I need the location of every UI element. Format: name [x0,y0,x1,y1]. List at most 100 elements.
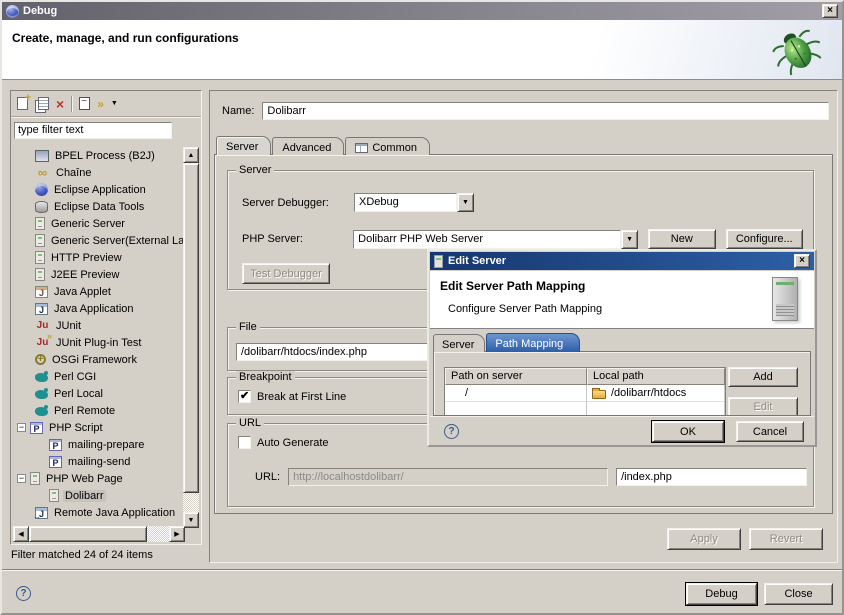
ok-button[interactable]: OK [652,421,724,442]
tree-item[interactable]: OSGi Framework [13,351,185,368]
help-icon[interactable] [444,424,459,439]
url-path-input[interactable]: /index.php [616,468,807,486]
tree-item[interactable]: Java Application [13,300,185,317]
php-server-label: PHP Server: [242,233,353,245]
dialog-tab-path-mapping[interactable]: Path Mapping [486,333,580,352]
tree-item[interactable]: Eclipse Data Tools [13,198,185,215]
collapse-node-icon[interactable] [17,423,26,432]
tree-item[interactable]: HTTP Preview [13,249,185,266]
tab-common[interactable]: Common [345,137,430,155]
collapse-node-icon[interactable] [17,474,26,483]
configurations-sidebar: type filter text BPEL Process (B2J) Chaî… [10,90,202,545]
edit-mapping-button[interactable]: Edit [728,397,798,416]
tab-advanced[interactable]: Advanced [272,137,344,155]
tree-item[interactable]: Perl Remote [13,402,185,419]
new-configuration-icon[interactable] [17,97,28,110]
base-url-input[interactable]: http://localhostdolibarr/ [288,468,608,486]
break-first-line-checkbox[interactable] [238,390,251,403]
filter-input[interactable]: type filter text [14,122,172,139]
dialog-tab-server[interactable]: Server [433,334,485,352]
tree-horizontal-scrollbar[interactable]: ◀ ▶ [13,526,185,542]
scroll-down-icon[interactable]: ▼ [183,512,199,528]
header-banner: Create, manage, and run configurations [2,20,842,80]
osgi-icon [35,354,46,365]
scrollbar-thumb[interactable] [29,526,147,542]
auto-generate-checkbox[interactable] [238,436,251,449]
debug-button[interactable]: Debug [686,583,757,605]
close-button[interactable]: Close [764,583,833,605]
php-web-page-icon [49,489,59,502]
tree-item[interactable]: PHP Script [13,419,185,436]
java-application-icon [35,303,48,315]
window-title: Debug [23,5,57,17]
window-close-icon[interactable] [822,4,838,18]
help-icon[interactable] [16,586,31,601]
tree-vertical-scrollbar[interactable]: ▲ ▼ [183,147,199,528]
table-row-empty[interactable] [445,402,725,416]
tree-item[interactable]: Perl CGI [13,368,185,385]
tree-item[interactable]: JUnit [13,317,185,334]
perl-icon [35,407,48,416]
scrollbar-thumb[interactable] [183,163,199,493]
dialog-subheading: Configure Server Path Mapping [448,303,602,315]
tree-item[interactable]: Remote Java Application [13,504,185,521]
server-tower-icon [772,277,798,321]
tree-item[interactable]: Generic Server(External La [13,232,185,249]
perl-icon [35,390,48,399]
configure-button[interactable]: Configure... [726,229,803,249]
tree-item[interactable]: PHP Web Page [13,470,185,487]
php-script-icon [49,439,62,451]
junit-plugin-icon [35,336,50,350]
new-server-button[interactable]: New [648,229,716,249]
column-header[interactable]: Path on server [445,368,587,385]
tree-item[interactable]: mailing-send [13,453,185,470]
add-mapping-button[interactable]: Add [728,367,798,387]
bug-icon [766,24,828,78]
delete-configuration-icon[interactable] [56,97,64,111]
tree-item[interactable]: J2EE Preview [13,266,185,283]
filter-status-text: Filter matched 24 of 24 items [11,549,153,561]
name-input[interactable]: Dolibarr [262,102,829,120]
scroll-left-icon[interactable]: ◀ [13,526,29,542]
server-debugger-combo[interactable]: XDebug [354,193,474,212]
breakpoint-group-title: Breakpoint [236,371,295,383]
cancel-button[interactable]: Cancel [736,421,804,442]
scroll-up-icon[interactable]: ▲ [183,147,199,163]
scroll-right-icon[interactable]: ▶ [169,526,185,542]
tree-item[interactable]: mailing-prepare [13,436,185,453]
url-group-title: URL [236,417,264,429]
tree-item[interactable]: Generic Server [13,215,185,232]
tree-item[interactable]: Perl Local [13,385,185,402]
tree-item[interactable]: BPEL Process (B2J) [13,147,185,164]
server-group-title: Server [236,164,274,176]
bpel-process-icon [35,150,49,162]
perl-icon [35,373,48,382]
revert-button[interactable]: Revert [749,528,823,550]
duplicate-configuration-icon[interactable] [38,97,49,110]
java-applet-icon [35,286,48,298]
chain-icon [35,166,50,180]
table-row[interactable]: / /dolibarr/htdocs [445,385,725,402]
footer-separator [2,569,842,571]
test-debugger-button[interactable]: Test Debugger [242,263,330,284]
apply-button[interactable]: Apply [667,528,741,550]
tree-item[interactable]: Eclipse Application [13,181,185,198]
collapse-all-icon[interactable] [79,97,90,110]
file-group-title: File [236,321,260,333]
menu-dropdown-icon[interactable] [111,100,118,107]
tree-item-selected[interactable]: Dolibarr [13,487,185,504]
column-header[interactable]: Local path [587,368,725,385]
config-tabs: Server Advanced Common [216,136,431,155]
chevron-down-icon[interactable] [457,193,474,212]
toolbar-separator [71,96,72,112]
tab-server[interactable]: Server [216,136,271,155]
server-icon [35,234,45,247]
chevron-down-icon[interactable] [621,230,638,249]
tree-item[interactable]: Chaîne [13,164,185,181]
tree-item[interactable]: Java Applet [13,283,185,300]
dialog-close-icon[interactable] [794,254,810,268]
page-title: Create, manage, and run configurations [12,31,239,45]
tree-item[interactable]: JUnit Plug-in Test [13,334,185,351]
php-server-combo[interactable]: Dolibarr PHP Web Server [353,230,638,249]
filter-icon[interactable] [97,97,104,111]
